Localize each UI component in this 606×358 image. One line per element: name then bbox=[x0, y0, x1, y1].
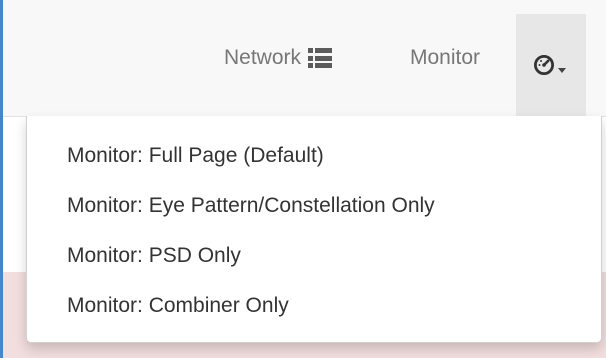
nav-item-monitor-label: Monitor bbox=[410, 46, 481, 69]
menu-item-full-page[interactable]: Monitor: Full Page (Default) bbox=[27, 131, 601, 181]
page: Network Monitor Monitor: Full Page (Defa… bbox=[0, 0, 606, 358]
menu-item-psd[interactable]: Monitor: PSD Only bbox=[27, 231, 601, 281]
nav-item-network[interactable]: Network bbox=[224, 0, 369, 116]
monitor-dropdown-menu: Monitor: Full Page (Default) Monitor: Ey… bbox=[26, 116, 602, 343]
list-icon bbox=[308, 48, 333, 68]
nav-item-network-label: Network bbox=[224, 46, 302, 69]
monitor-dropdown-toggle[interactable] bbox=[516, 14, 586, 116]
dashboard-gauge-icon bbox=[533, 54, 554, 76]
menu-item-eye-pattern-constellation[interactable]: Monitor: Eye Pattern/Constellation Only bbox=[27, 181, 601, 231]
menu-item-combiner[interactable]: Monitor: Combiner Only bbox=[27, 281, 601, 331]
caret-down-icon bbox=[557, 67, 566, 73]
nav-item-monitor[interactable]: Monitor bbox=[410, 0, 516, 116]
